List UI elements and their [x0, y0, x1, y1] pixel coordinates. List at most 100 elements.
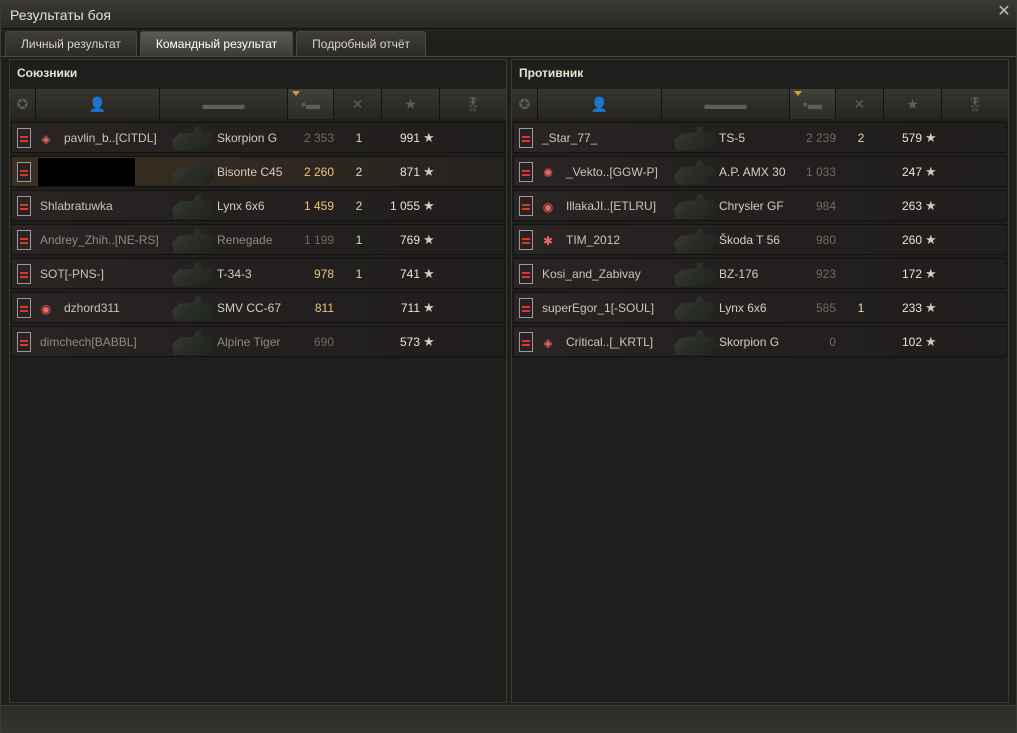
player-row[interactable]: ◈ Critical..[_KRTL] Skorpion G 0 102 ★: [513, 326, 1007, 357]
tank-icon: [673, 262, 717, 287]
close-icon[interactable]: ✕: [996, 4, 1012, 20]
vehicle-name: Chrysler GF: [719, 199, 784, 213]
player-row[interactable]: ◈ pavlin_b..[CITDL] Skorpion G 2 353 1 991 ★: [11, 122, 505, 153]
rank-column-header[interactable]: ✪: [10, 89, 36, 119]
player-row[interactable]: _Star_77_ TS-5 2 239 2 579 ★: [513, 122, 1007, 153]
star-icon: ★: [925, 130, 937, 145]
vehicle-name: BZ-176: [719, 267, 759, 281]
player-row[interactable]: ◉ dzhord311 SMV CC-67 811 711 ★: [11, 292, 505, 323]
diamond-icon: ◈: [41, 132, 51, 146]
player-row[interactable]: Kosi_and_Zabivay BZ-176 923 172 ★: [513, 258, 1007, 289]
title-bar: Результаты боя ✕: [1, 1, 1016, 29]
tab-detailed-report[interactable]: Подробный отчёт: [296, 31, 427, 56]
player-row[interactable]: SOT[-PNS-] T-34-3 978 1 741 ★: [11, 258, 505, 289]
vehicle-name: Škoda T 56: [719, 233, 780, 247]
xp-value: 991: [399, 131, 420, 145]
player-row[interactable]: dimchech[BABBL] Alpine Tiger 690 573 ★: [11, 326, 505, 357]
damage-icon: ▪▬: [301, 96, 320, 112]
star-icon: ★: [925, 232, 937, 247]
player-name: TIM_2012: [566, 233, 621, 247]
vehicle-name: Bisonte C45: [217, 165, 283, 179]
frags-value: 2: [355, 165, 363, 179]
vehicle-name: Lynx 6x6: [719, 301, 767, 315]
rank-badge-icon: [519, 128, 533, 148]
tank-silhouette-icon: ▬▬▬: [704, 96, 747, 112]
star-icon: ★: [925, 198, 937, 213]
tab-team-result[interactable]: Командный результат: [139, 31, 294, 56]
damage-value: 585: [815, 301, 836, 315]
damage-value: 690: [313, 335, 334, 349]
player-row[interactable]: ◉ IllakaJI..[ETLRU] Chrysler GF 984 263 ★: [513, 190, 1007, 221]
vehicle-column-header[interactable]: ▬▬▬: [662, 89, 790, 119]
tank-icon: [171, 296, 215, 321]
star-icon: ★: [423, 266, 435, 281]
damage-value: 2 260: [303, 165, 334, 179]
vehicle-column-header[interactable]: ▬▬▬: [160, 89, 288, 119]
tab-personal-result[interactable]: Личный результат: [5, 31, 137, 56]
vehicle-name: Skorpion G: [217, 131, 278, 145]
diamond-icon: ◈: [543, 336, 553, 350]
vehicle-name: Skorpion G: [719, 335, 780, 349]
player-row[interactable]: Andrey_Zhih..[NE-RS] Renegade 1 199 1 769 ★: [11, 224, 505, 255]
frags-value: 1: [355, 131, 363, 145]
damage-column-header[interactable]: ▪▬: [288, 89, 334, 119]
player-name: Andrey_Zhih..[NE-RS]: [40, 233, 159, 247]
tank-icon: [673, 330, 717, 355]
allies-header: ✪ 👤 ▬▬▬ ▪▬ ✕ ★ 🎖: [10, 89, 506, 119]
medals-column-header[interactable]: 🎖: [942, 89, 1008, 119]
player-column-header[interactable]: 👤: [538, 89, 662, 119]
player-icon: 👤: [590, 95, 609, 112]
xp-value: 579: [901, 131, 922, 145]
xp-value: 233: [901, 301, 922, 315]
rank-column-header[interactable]: ✪: [512, 89, 538, 119]
xp-column-header[interactable]: ★: [884, 89, 942, 119]
tab-bar: Личный результат Командный результат Под…: [5, 31, 427, 56]
frags-value: 2: [857, 131, 865, 145]
enemies-title: Противник: [519, 66, 584, 80]
allies-list: ◈ pavlin_b..[CITDL] Skorpion G2 353 1 991 ★ Bi…: [10, 122, 506, 360]
player-row[interactable]: ✱ TIM_2012 Škoda T 56 980 260 ★: [513, 224, 1007, 255]
damage-value: 1 459: [303, 199, 334, 213]
rank-icon: ✪: [518, 95, 531, 112]
vehicle-name: TS-5: [719, 131, 746, 145]
player-row[interactable]: Bisonte C45 2 260 2 871 ★: [11, 156, 505, 187]
medals-column-header[interactable]: 🎖: [440, 89, 506, 119]
xp-value: 871: [399, 165, 420, 179]
enemies-panel: Противник ✪ 👤 ▬▬▬ ▪▬ ✕ ★ 🎖 _Star_77_ TS-5…: [511, 59, 1009, 703]
rank-badge-icon: [17, 264, 31, 284]
tank-icon: [171, 262, 215, 287]
tank-icon: [673, 228, 717, 253]
xp-value: 263: [901, 199, 922, 213]
rank-badge-icon: [519, 264, 533, 284]
vehicle-name: A.P. AMX 30: [719, 165, 786, 179]
xp-column-header[interactable]: ★: [382, 89, 440, 119]
xp-value: 260: [901, 233, 922, 247]
player-name: dimchech[BABBL]: [40, 335, 137, 349]
allies-panel: Союзники ✪ 👤 ▬▬▬ ▪▬ ✕ ★ 🎖 ◈ pavlin_b..[CI…: [9, 59, 507, 703]
player-icon: 👤: [88, 95, 107, 112]
rank-badge-icon: [519, 230, 533, 250]
player-row[interactable]: Shlabratuwka Lynx 6x6 1 459 2 1 055 ★: [11, 190, 505, 221]
player-column-header[interactable]: 👤: [36, 89, 160, 119]
frags-column-header[interactable]: ✕: [334, 89, 382, 119]
rank-badge-icon: [17, 332, 31, 352]
star-icon: ★: [423, 232, 435, 247]
battle-results-window: Результаты боя ✕ Личный результат Команд…: [0, 0, 1017, 733]
vehicle-name: SMV CC-67: [217, 301, 282, 315]
star-icon: ★: [423, 300, 435, 315]
player-row[interactable]: superEgor_1[-SOUL] Lynx 6x6 585 1 233 ★: [513, 292, 1007, 323]
xp-value: 573: [399, 335, 420, 349]
star-icon: ★: [423, 164, 435, 179]
rank-icon: ✪: [16, 95, 29, 112]
damage-value: 811: [314, 301, 334, 315]
player-name: SOT[-PNS-]: [40, 267, 105, 281]
destroyed-tank-icon: ✕: [351, 95, 364, 112]
frags-column-header[interactable]: ✕: [836, 89, 884, 119]
player-row[interactable]: ✺ _Vekto..[GGW-P] A.P. AMX 30 1 033 247 ★: [513, 156, 1007, 187]
star-icon: ★: [925, 300, 937, 315]
rank-badge-icon: [519, 196, 533, 216]
star-icon: ★: [423, 130, 435, 145]
player-name: dzhord311: [64, 301, 120, 315]
player-name: Critical..[_KRTL]: [566, 335, 654, 349]
damage-column-header[interactable]: ▪▬: [790, 89, 836, 119]
